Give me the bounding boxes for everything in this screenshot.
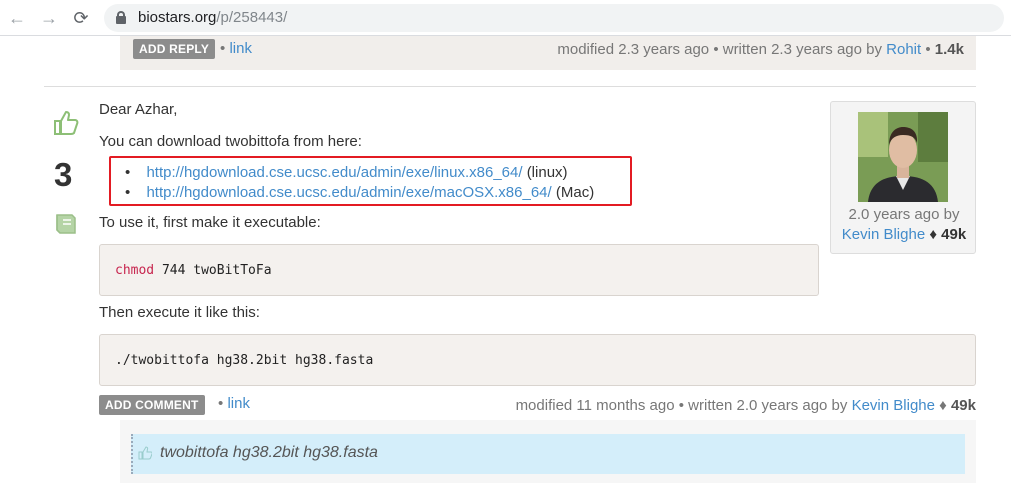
answer-link-wrap: • link — [218, 395, 250, 412]
diamond-icon: ♦ — [929, 226, 937, 243]
answer-link[interactable]: link — [227, 395, 250, 412]
author-card: 2.0 years ago by Kevin Blighe ♦ 49k — [830, 101, 976, 254]
download-links-list: http://hgdownload.cse.ucsc.edu/admin/exe… — [125, 163, 594, 203]
diamond-icon: ♦ — [939, 397, 947, 414]
author-link[interactable]: Rohit — [886, 41, 921, 58]
step2-text: Then execute it like this: — [99, 304, 260, 321]
code-block-execute: ./twobittofa hg38.2bit hg38.fasta — [99, 334, 976, 386]
list-item: http://hgdownload.cse.ucsc.edu/admin/exe… — [125, 163, 594, 183]
post-divider — [44, 86, 976, 87]
written-text: • written 2.0 years ago by — [678, 397, 848, 414]
modified-text: modified 11 months ago — [515, 397, 675, 414]
bullet-separator: • — [220, 40, 226, 57]
greeting-text: Dear Azhar, — [99, 101, 178, 118]
bookmark-book-icon[interactable] — [53, 211, 79, 235]
author-link[interactable]: Kevin Blighe — [852, 397, 935, 414]
author-score: 49k — [950, 397, 976, 414]
mac-note: (Mac) — [555, 184, 595, 201]
answer-meta: modified 11 months ago • written 2.0 yea… — [516, 397, 976, 414]
bullet-separator: • — [218, 395, 224, 412]
forward-arrow-icon[interactable]: → — [38, 7, 60, 29]
thumbs-up-icon[interactable] — [52, 109, 80, 137]
previous-post-footer: ADD REPLY • link modified 2.3 years ago … — [120, 36, 976, 70]
post-meta: modified 2.3 years ago • written 2.3 yea… — [557, 41, 964, 58]
back-arrow-icon[interactable]: ← — [6, 7, 28, 29]
author-score: 1.4k — [934, 41, 964, 58]
vote-count: 3 — [54, 156, 73, 193]
author-name-link[interactable]: Kevin Blighe — [842, 226, 925, 243]
reload-icon[interactable]: ⟳ — [70, 7, 92, 29]
add-comment-button[interactable]: ADD COMMENT — [99, 395, 205, 415]
comment-item: twobittofa hg38.2bit hg38.fasta — [131, 434, 965, 474]
highlighted-links-box: http://hgdownload.cse.ucsc.edu/admin/exe… — [109, 156, 632, 206]
code-text: ./twobittofa hg38.2bit hg38.fasta — [115, 353, 374, 368]
mac-download-link[interactable]: http://hgdownload.cse.ucsc.edu/admin/exe… — [146, 184, 551, 201]
address-bar[interactable]: biostars.org/p/258443/ — [104, 4, 1004, 32]
lock-icon — [116, 11, 126, 24]
written-text: • written 2.3 years ago by — [713, 41, 882, 58]
list-item: http://hgdownload.cse.ucsc.edu/admin/exe… — [125, 183, 594, 203]
step1-text: To use it, first make it executable: — [99, 214, 321, 231]
code-keyword: chmod — [115, 263, 155, 278]
modified-text: modified 2.3 years ago — [557, 41, 710, 58]
post-link[interactable]: link — [229, 40, 252, 57]
linux-note: (linux) — [526, 164, 568, 181]
author-reputation: 49k — [941, 226, 967, 243]
browser-toolbar: ← → ⟳ biostars.org/p/258443/ — [0, 0, 1011, 36]
code-args: 744 twoBitToFa — [154, 263, 272, 278]
add-reply-button[interactable]: ADD REPLY — [133, 39, 216, 59]
url-text[interactable]: biostars.org/p/258443/ — [138, 9, 287, 26]
author-name-line: Kevin Blighe ♦ 49k — [831, 226, 977, 243]
intro-text: You can download twobittofa from here: — [99, 133, 362, 150]
score-separator: • — [925, 41, 931, 58]
comment-text: twobittofa hg38.2bit hg38.fasta — [160, 444, 378, 461]
linux-download-link[interactable]: http://hgdownload.cse.ucsc.edu/admin/exe… — [146, 164, 522, 181]
code-block-chmod: chmod 744 twoBitToFa — [99, 244, 819, 296]
post-link-wrap: • link — [220, 40, 252, 57]
avatar[interactable] — [858, 112, 948, 202]
thumbs-up-icon[interactable] — [138, 446, 152, 460]
author-ago: 2.0 years ago by — [848, 206, 960, 223]
